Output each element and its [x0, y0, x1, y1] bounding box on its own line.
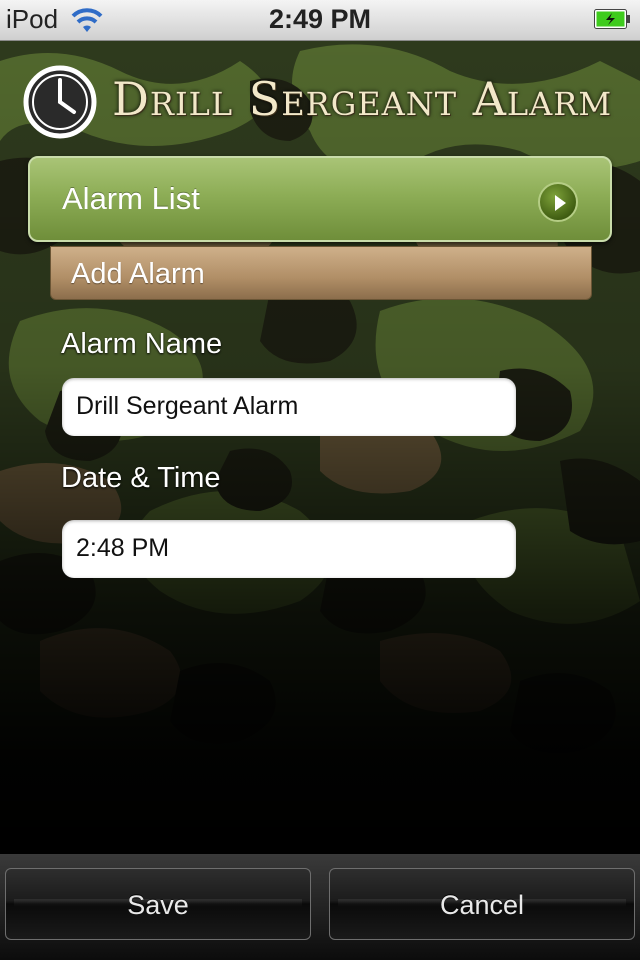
alarm-name-field[interactable]: Drill Sergeant Alarm — [62, 378, 516, 436]
date-time-field[interactable]: 2:48 PM — [62, 520, 516, 578]
chevron-right-icon[interactable] — [538, 182, 578, 222]
alarm-list-button[interactable]: Alarm List — [28, 156, 612, 242]
date-time-label: Date & Time — [61, 462, 221, 494]
clock-icon — [22, 64, 98, 145]
alarm-list-label: Alarm List — [62, 181, 200, 216]
cancel-button-label: Cancel — [439, 890, 525, 920]
battery-icon — [594, 9, 630, 29]
status-bar: iPod 2:49 PM — [0, 0, 640, 41]
bottom-toolbar: Save Cancel — [0, 854, 640, 960]
status-time: 2:49 PM — [268, 4, 372, 34]
save-button[interactable]: Save — [5, 868, 311, 940]
save-button-label: Save — [127, 890, 189, 920]
alarm-name-label: Alarm Name — [61, 328, 223, 360]
cancel-button[interactable]: Cancel — [329, 868, 635, 940]
add-alarm-header: Add Alarm — [50, 246, 592, 300]
app-title: Drill Sergeant Alarm — [112, 72, 613, 126]
add-alarm-label: Add Alarm — [71, 258, 205, 290]
